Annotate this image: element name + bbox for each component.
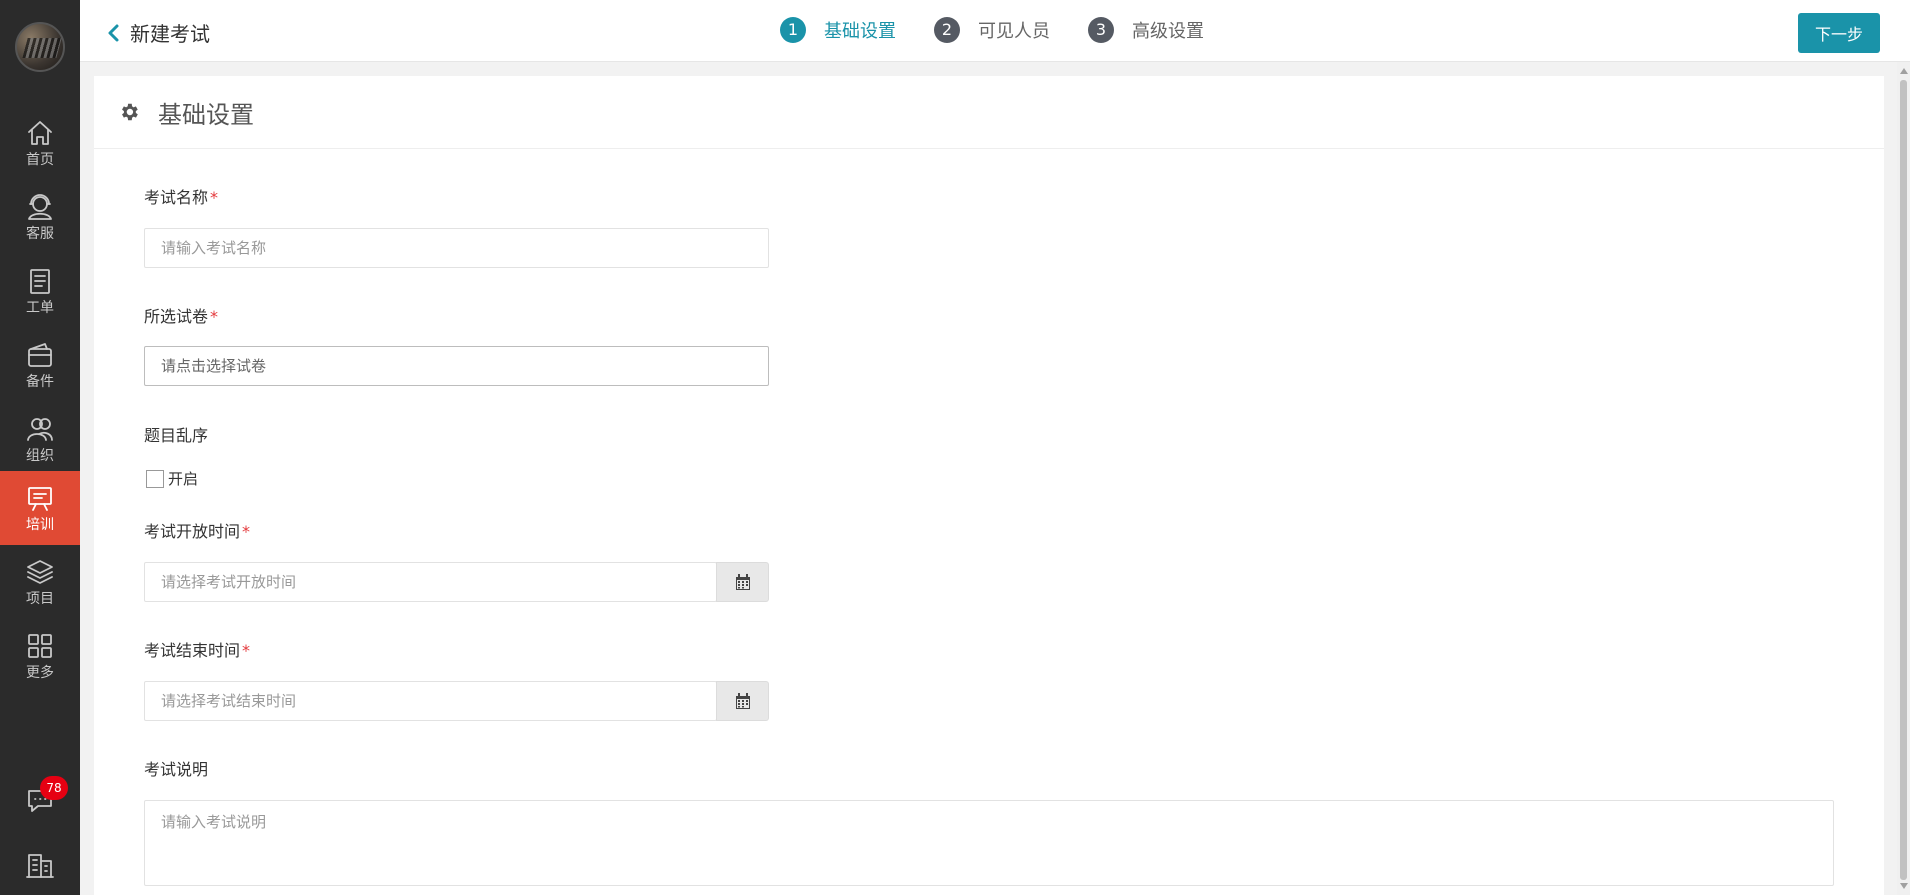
sidebar-item-label: 项目 — [26, 591, 54, 607]
step-indicator: 1 基础设置 2 可见人员 3 高级设置 — [780, 17, 1242, 43]
shuffle-checkbox[interactable] — [146, 469, 164, 488]
back-button[interactable]: 新建考试 — [106, 18, 210, 47]
scroll-down-icon[interactable] — [1900, 883, 1908, 889]
wallet-icon — [28, 343, 52, 367]
gear-icon — [122, 103, 138, 121]
sidebar-item-label: 组织 — [26, 448, 54, 464]
step-label: 基础设置 — [824, 21, 896, 42]
sidebar-item-label: 培训 — [26, 517, 54, 533]
sidebar-item-label: 工单 — [26, 300, 54, 316]
headset-icon — [28, 194, 52, 220]
shuffle-toggle[interactable]: 开启 — [146, 468, 198, 489]
paper-select-input[interactable]: 请点击选择试卷 — [144, 346, 769, 386]
users-icon — [27, 418, 53, 441]
sidebar: 首页 客服 工单 备件 组织 培训 项目 更多 78 — [0, 0, 80, 895]
chevron-left-icon — [108, 24, 119, 41]
end-time-input[interactable]: 请选择考试结束时间 — [144, 681, 717, 721]
grid-icon — [28, 634, 52, 658]
step-basic-settings[interactable]: 1 基础设置 — [780, 17, 896, 43]
sidebar-item-organization[interactable]: 组织 — [0, 402, 80, 476]
exam-name-input[interactable]: 请输入考试名称 — [144, 228, 769, 268]
end-time-label: 考试结束时间 * — [144, 641, 251, 660]
required-marker: * — [242, 522, 251, 541]
exam-name-label: 考试名称 * — [144, 188, 219, 207]
sidebar-item-training[interactable]: 培训 — [0, 471, 80, 545]
step-visible-people[interactable]: 2 可见人员 — [934, 17, 1050, 43]
presentation-icon — [28, 487, 52, 511]
home-icon — [28, 121, 52, 145]
sidebar-item-projects[interactable]: 项目 — [0, 545, 80, 619]
description-textarea[interactable]: 请输入考试说明 — [144, 800, 1834, 886]
calendar-icon — [736, 693, 750, 709]
paper-label: 所选试卷 * — [144, 307, 219, 326]
step-number: 3 — [1088, 17, 1114, 43]
next-step-button[interactable]: 下一步 — [1798, 13, 1880, 53]
sidebar-item-label: 首页 — [26, 152, 54, 168]
step-number: 2 — [934, 17, 960, 43]
layers-icon — [27, 560, 53, 584]
page-title: 新建考试 — [130, 22, 210, 46]
avatar[interactable] — [15, 22, 65, 72]
building-icon — [26, 854, 54, 878]
sidebar-item-workorder[interactable]: 工单 — [0, 254, 80, 328]
description-label: 考试说明 — [144, 760, 209, 779]
required-marker: * — [210, 188, 219, 207]
step-label: 可见人员 — [978, 21, 1050, 42]
calendar-icon — [736, 574, 750, 590]
basic-settings-panel: 基础设置 考试名称 * 请输入考试名称 所选试卷 * 请点击选择试卷 题目乱序 开启… — [94, 76, 1884, 895]
scrollbar-thumb[interactable] — [1900, 80, 1907, 880]
shuffle-option-label: 开启 — [168, 470, 199, 488]
sidebar-item-home[interactable]: 首页 — [0, 106, 80, 180]
sidebar-item-more[interactable]: 更多 — [0, 619, 80, 693]
sidebar-item-label: 备件 — [26, 374, 54, 390]
sidebar-item-spareparts[interactable]: 备件 — [0, 328, 80, 402]
sidebar-item-label: 更多 — [26, 665, 54, 681]
sidebar-item-service[interactable]: 客服 — [0, 180, 80, 254]
step-label: 高级设置 — [1132, 21, 1204, 42]
company-button[interactable] — [25, 850, 55, 880]
sidebar-item-label: 客服 — [26, 226, 54, 242]
message-count-badge: 78 — [40, 776, 68, 800]
open-time-calendar-button[interactable] — [716, 562, 769, 602]
scroll-up-icon[interactable] — [1900, 68, 1908, 74]
open-time-label: 考试开放时间 * — [144, 522, 251, 541]
open-time-input[interactable]: 请选择考试开放时间 — [144, 562, 717, 602]
required-marker: * — [242, 641, 251, 660]
end-time-calendar-button[interactable] — [716, 681, 769, 721]
shuffle-label: 题目乱序 — [144, 426, 209, 445]
page-scrollbar[interactable] — [1897, 62, 1910, 895]
required-marker: * — [210, 307, 219, 326]
step-advanced-settings[interactable]: 3 高级设置 — [1088, 17, 1204, 43]
top-bar: 新建考试 1 基础设置 2 可见人员 3 高级设置 下一步 — [80, 0, 1910, 62]
step-number: 1 — [780, 17, 806, 43]
panel-header: 基础设置 — [94, 76, 1884, 149]
panel-title: 基础设置 — [158, 100, 254, 129]
clipboard-icon — [30, 269, 50, 294]
